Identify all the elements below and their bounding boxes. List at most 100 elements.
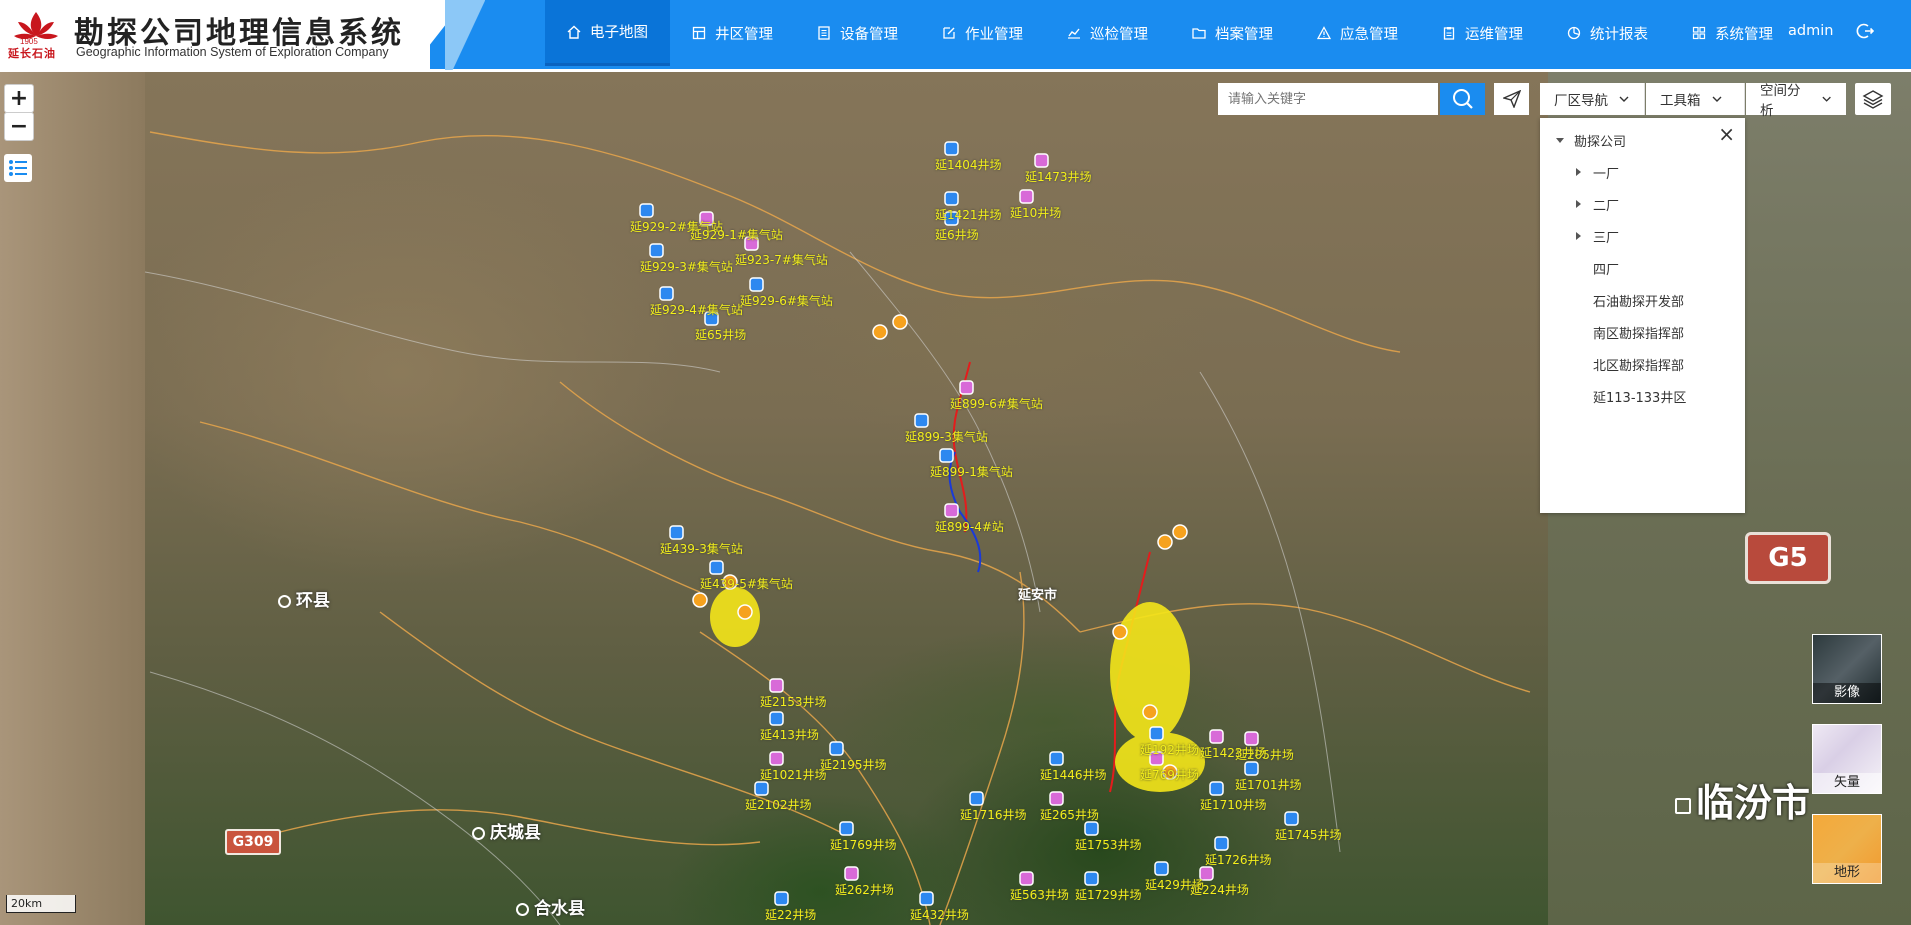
well-marker-icon[interactable]	[839, 821, 854, 836]
well-label[interactable]: 延929-1#集气站	[690, 226, 783, 243]
well-marker-icon[interactable]	[659, 286, 674, 301]
well-label[interactable]: 延192井场	[1140, 741, 1199, 758]
tree-node[interactable]: 三厂	[1576, 226, 1619, 246]
well-marker-icon[interactable]	[1209, 781, 1224, 796]
well-marker-icon[interactable]	[844, 866, 859, 881]
nav-maintenance[interactable]: 运维管理	[1420, 0, 1545, 66]
well-label[interactable]: 延22井场	[765, 906, 816, 923]
search-button[interactable]	[1440, 83, 1485, 115]
layer-list-button[interactable]	[4, 154, 32, 182]
well-marker-icon[interactable]	[1049, 751, 1064, 766]
basemap-terrain-button[interactable]: 地形	[1812, 814, 1882, 884]
well-marker-icon[interactable]	[969, 791, 984, 806]
nav-operation[interactable]: 作业管理	[920, 0, 1045, 66]
tree-node[interactable]: 石油勘探开发部	[1576, 290, 1684, 310]
well-label[interactable]: 延1753井场	[1075, 836, 1142, 853]
well-marker-icon[interactable]	[749, 277, 764, 292]
well-label[interactable]: 延923-7#集气站	[735, 251, 828, 268]
layers-button[interactable]	[1855, 83, 1891, 115]
nav-equipment[interactable]: 设备管理	[795, 0, 920, 66]
tree-node[interactable]: 一厂	[1576, 162, 1619, 182]
zoom-out-button[interactable]: −	[4, 112, 34, 141]
well-marker-icon[interactable]	[1154, 861, 1169, 876]
well-label[interactable]: 延439-3集气站	[660, 540, 743, 557]
nav-archive[interactable]: 档案管理	[1170, 0, 1295, 66]
well-label[interactable]: 延899-6#集气站	[950, 395, 1043, 412]
well-marker-icon[interactable]	[649, 243, 664, 258]
well-marker-icon[interactable]	[1019, 189, 1034, 204]
spatial-analysis-dropdown[interactable]: 空间分析	[1746, 83, 1846, 119]
well-label[interactable]: 延929-3#集气站	[640, 258, 733, 275]
well-marker-icon[interactable]	[1244, 761, 1259, 776]
well-label[interactable]: 延1701井场	[1235, 776, 1302, 793]
well-marker-icon[interactable]	[1019, 871, 1034, 886]
well-label[interactable]: 延2102井场	[745, 796, 812, 813]
station-marker-icon[interactable]	[737, 604, 753, 620]
basemap-vector-button[interactable]: 矢量	[1812, 724, 1882, 794]
caret-right-icon[interactable]	[1576, 200, 1581, 208]
nav-electronic-map[interactable]: 电子地图	[545, 0, 670, 66]
tree-node[interactable]: 延113-133井区	[1576, 386, 1686, 406]
tree-node[interactable]: 二厂	[1576, 194, 1619, 214]
station-marker-icon[interactable]	[692, 592, 708, 608]
search-input[interactable]	[1218, 83, 1438, 115]
well-marker-icon[interactable]	[944, 141, 959, 156]
well-label[interactable]: 延899-4#站	[935, 518, 1004, 535]
well-label[interactable]: 延65井场	[695, 326, 746, 343]
nav-inspection[interactable]: 巡检管理	[1045, 0, 1170, 66]
well-label[interactable]: 延6井场	[935, 226, 979, 243]
well-label[interactable]: 延439-5#集气站	[700, 575, 793, 592]
well-label[interactable]: 延1446井场	[1040, 766, 1107, 783]
well-marker-icon[interactable]	[754, 781, 769, 796]
close-icon[interactable]: ×	[1718, 122, 1735, 146]
basemap-image-button[interactable]: 影像	[1812, 634, 1882, 704]
well-marker-icon[interactable]	[1284, 811, 1299, 826]
well-label[interactable]: 延1726井场	[1205, 851, 1272, 868]
well-label[interactable]: 延563井场	[1010, 886, 1069, 903]
well-marker-icon[interactable]	[1034, 153, 1049, 168]
well-label[interactable]: 延1716井场	[960, 806, 1027, 823]
well-marker-icon[interactable]	[669, 525, 684, 540]
well-label[interactable]: 延262井场	[835, 881, 894, 898]
station-marker-icon[interactable]	[1172, 524, 1188, 540]
well-label[interactable]: 延929-4#集气站	[650, 301, 743, 318]
tree-node[interactable]: 四厂	[1576, 258, 1619, 278]
well-label[interactable]: 延2153井场	[760, 693, 827, 710]
well-marker-icon[interactable]	[1209, 729, 1224, 744]
well-label[interactable]: 延1729井场	[1075, 886, 1142, 903]
tree-root[interactable]: 勘探公司	[1556, 130, 1626, 150]
logout-icon[interactable]	[1856, 22, 1874, 40]
well-label[interactable]: 延1421井场	[935, 206, 1002, 223]
well-marker-icon[interactable]	[829, 741, 844, 756]
well-marker-icon[interactable]	[1084, 821, 1099, 836]
well-marker-icon[interactable]	[914, 413, 929, 428]
well-label[interactable]: 延1423井场	[1200, 744, 1267, 761]
well-marker-icon[interactable]	[939, 448, 954, 463]
well-marker-icon[interactable]	[769, 678, 784, 693]
well-label[interactable]: 延1710井场	[1200, 796, 1267, 813]
station-marker-icon[interactable]	[892, 314, 908, 330]
username[interactable]: admin	[1788, 23, 1833, 39]
well-marker-icon[interactable]	[639, 203, 654, 218]
well-label[interactable]: 延1745井场	[1275, 826, 1342, 843]
well-marker-icon[interactable]	[774, 891, 789, 906]
tree-node[interactable]: 南区勘探指挥部	[1576, 322, 1684, 342]
station-marker-icon[interactable]	[1142, 704, 1158, 720]
well-label[interactable]: 延1404井场	[935, 156, 1002, 173]
well-marker-icon[interactable]	[709, 560, 724, 575]
well-label[interactable]: 延1769井场	[830, 836, 897, 853]
well-label[interactable]: 延929-6#集气站	[740, 292, 833, 309]
well-marker-icon[interactable]	[959, 380, 974, 395]
well-marker-icon[interactable]	[1084, 871, 1099, 886]
well-marker-icon[interactable]	[1049, 791, 1064, 806]
well-label[interactable]: 延2195井场	[820, 756, 887, 773]
station-marker-icon[interactable]	[1157, 534, 1173, 550]
well-label[interactable]: 延899-1集气站	[930, 463, 1013, 480]
well-marker-icon[interactable]	[1214, 836, 1229, 851]
station-marker-icon[interactable]	[872, 324, 888, 340]
well-marker-icon[interactable]	[944, 503, 959, 518]
well-label[interactable]: 延413井场	[760, 726, 819, 743]
plant-nav-dropdown[interactable]: 厂区导航	[1540, 83, 1645, 115]
well-marker-icon[interactable]	[1149, 726, 1164, 741]
station-marker-icon[interactable]	[1112, 624, 1128, 640]
